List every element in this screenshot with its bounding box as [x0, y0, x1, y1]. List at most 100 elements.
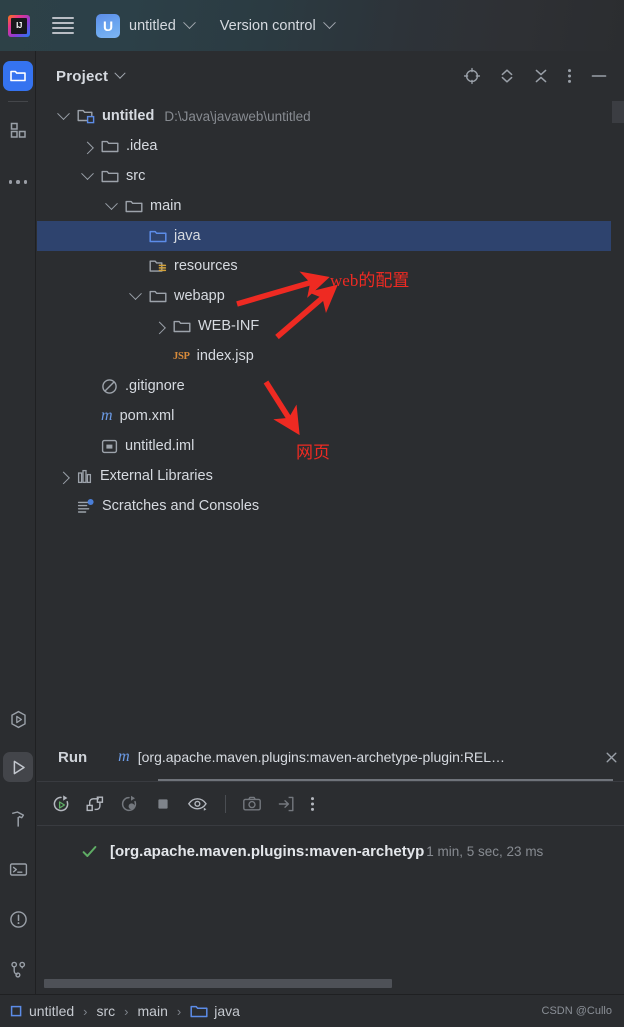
structure-icon	[10, 122, 26, 138]
project-tree-scrollbar[interactable]	[611, 101, 624, 732]
resume-icon[interactable]	[119, 794, 139, 814]
eye-icon[interactable]	[187, 794, 209, 814]
stop-icon[interactable]	[153, 794, 173, 814]
sidebar-item-build[interactable]	[0, 800, 36, 838]
breadcrumb-item-src[interactable]: src	[97, 1003, 116, 1019]
tree-item-label: webapp	[174, 288, 225, 304]
project-badge[interactable]: U	[96, 13, 120, 38]
git-branch-icon	[10, 961, 25, 978]
sidebar-item-version-control[interactable]	[0, 950, 36, 988]
title-bar: IJ U untitled Version control	[0, 0, 624, 51]
run-output-duration: 1 min, 5 sec, 23 ms	[426, 843, 544, 859]
tree-item-web-inf[interactable]: WEB-INF	[37, 311, 611, 341]
folder-icon	[101, 138, 119, 155]
tree-item-webapp[interactable]: webapp	[37, 281, 611, 311]
breadcrumb-item-untitled[interactable]: untitled	[10, 1003, 74, 1019]
project-panel-toolbar	[463, 67, 624, 85]
tree-item-scratches-and-consoles[interactable]: Scratches and Consoles	[37, 491, 611, 521]
status-bar: untitled › src › main › java CSDN @Cullo	[0, 994, 624, 1027]
chevron-right-icon[interactable]	[81, 141, 94, 154]
project-tree-scrollbar-thumb[interactable]	[612, 101, 624, 123]
run-output-row[interactable]: [org.apache.maven.plugins:maven-archetyp…	[37, 838, 624, 864]
sidebar-item-project[interactable]	[0, 57, 36, 95]
tree-item-label: java	[174, 228, 201, 244]
tree-item-java[interactable]: java	[37, 221, 611, 251]
tree-item-resources[interactable]: resources	[37, 251, 611, 281]
chevron-right-icon[interactable]	[153, 321, 166, 334]
breadcrumb-label: main	[137, 1003, 168, 1019]
sidebar-item-problems[interactable]	[0, 900, 36, 938]
terminal-icon	[9, 862, 27, 876]
maven-m-icon: m	[118, 748, 130, 765]
libraries-icon	[77, 468, 93, 485]
rerun-failed-icon[interactable]	[85, 794, 105, 814]
maven-file-icon: m	[101, 407, 113, 424]
breadcrumb-item-java[interactable]: java	[190, 1003, 240, 1020]
tree-item-untitled-iml[interactable]: untitled.iml	[37, 431, 611, 461]
export-icon[interactable]	[276, 794, 296, 814]
scratches-icon	[77, 498, 95, 515]
minimize-icon[interactable]	[590, 67, 608, 85]
run-output-hscrollbar[interactable]	[44, 979, 392, 988]
sidebar-item-terminal[interactable]	[0, 850, 36, 888]
vertical-dots-icon[interactable]	[567, 67, 572, 85]
project-name-label[interactable]: untitled	[129, 18, 176, 34]
chevron-down-icon[interactable]	[105, 196, 118, 210]
camera-icon[interactable]	[242, 794, 262, 814]
chevron-updown-icon[interactable]	[499, 67, 515, 85]
left-tool-rail	[0, 51, 36, 994]
source-folder-icon	[190, 1003, 208, 1020]
tree-item-index-jsp[interactable]: JSP index.jsp	[37, 341, 611, 371]
chevron-down-icon[interactable]	[114, 67, 126, 79]
hammer-icon	[11, 810, 24, 827]
tree-item-label: untitled.iml	[125, 438, 195, 454]
sidebar-item-run[interactable]	[0, 748, 36, 786]
sidebar-item-structure[interactable]	[0, 111, 36, 149]
chevron-down-icon[interactable]	[322, 16, 336, 30]
version-control-label[interactable]: Version control	[220, 18, 316, 34]
tree-item-pom-xml[interactable]: m pom.xml	[37, 401, 611, 431]
tree-item--gitignore[interactable]: .gitignore	[37, 371, 611, 401]
run-tool-window: Run m [org.apache.maven.plugins:maven-ar…	[37, 733, 624, 994]
folder-icon	[10, 70, 26, 82]
project-tree[interactable]: untitled D:\Java\javaweb\untitled .idea src…	[37, 101, 611, 732]
tree-item-label: .idea	[126, 138, 158, 154]
play-icon	[13, 760, 25, 774]
breadcrumb-item-main[interactable]: main	[138, 1003, 168, 1019]
crosshair-icon[interactable]	[463, 67, 481, 85]
ellipsis-icon	[8, 180, 28, 184]
tree-item-label: External Libraries	[100, 468, 213, 484]
warning-circle-icon	[9, 910, 27, 928]
sidebar-item-run-anything[interactable]	[0, 700, 36, 738]
breadcrumb-label: untitled	[29, 1003, 75, 1019]
rerun-icon[interactable]	[51, 794, 71, 814]
chevron-down-icon[interactable]	[129, 286, 142, 300]
vertical-dots-icon[interactable]	[310, 794, 315, 814]
close-icon[interactable]	[604, 750, 619, 765]
source-folder-icon	[149, 228, 167, 245]
tree-item-label: main	[150, 198, 182, 214]
tree-item--idea[interactable]: .idea	[37, 131, 611, 161]
tree-item-untitled[interactable]: untitled D:\Java\javaweb\untitled	[37, 101, 611, 131]
sidebar-item-more[interactable]	[0, 163, 36, 201]
collapse-all-icon[interactable]	[533, 67, 549, 85]
tree-item-external-libraries[interactable]: External Libraries	[37, 461, 611, 491]
tree-item-main[interactable]: main	[37, 191, 611, 221]
chevron-down-icon[interactable]	[57, 106, 70, 120]
hamburger-menu-icon[interactable]	[52, 15, 74, 37]
run-toolbar	[37, 782, 624, 826]
run-configuration-name[interactable]: [org.apache.maven.plugins:maven-archetyp…	[138, 749, 505, 765]
breadcrumb[interactable]: untitled › src › main › java	[10, 1003, 240, 1020]
chevron-right-icon[interactable]	[57, 471, 70, 484]
run-tab-label[interactable]: Run	[58, 749, 87, 766]
chevron-down-icon[interactable]	[81, 166, 94, 180]
run-output[interactable]: [org.apache.maven.plugins:maven-archetyp…	[37, 826, 624, 992]
run-hexagon-icon	[10, 710, 26, 728]
tree-item-label: pom.xml	[119, 408, 175, 424]
page-title[interactable]: Project	[56, 68, 108, 85]
chevron-down-icon[interactable]	[182, 16, 196, 30]
active-tab-underline	[158, 779, 613, 781]
watermark: CSDN @Cullo	[541, 1005, 612, 1017]
project-panel-header: Project	[37, 51, 624, 101]
tree-item-src[interactable]: src	[37, 161, 611, 191]
